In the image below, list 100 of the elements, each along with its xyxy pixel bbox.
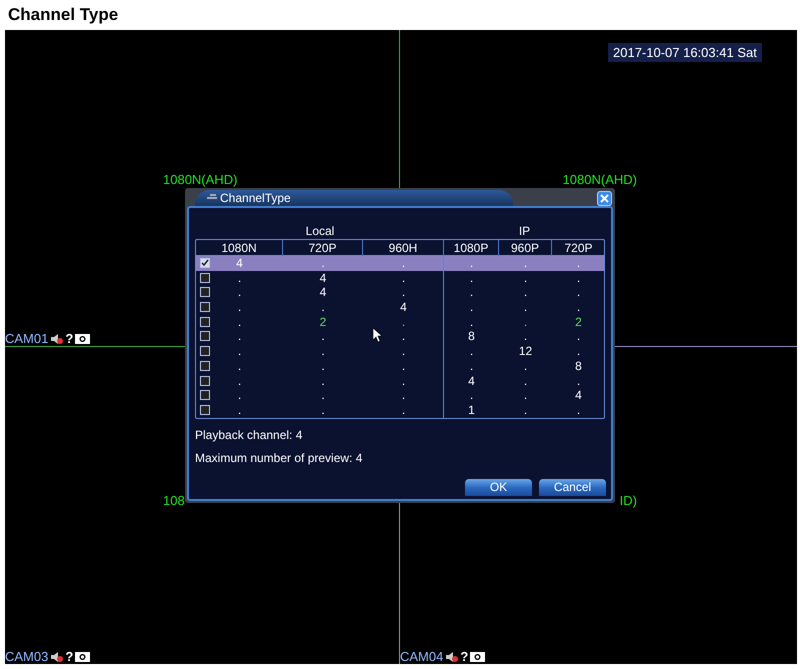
resolution-label: ID) — [620, 494, 637, 507]
table-cell: . — [524, 256, 528, 270]
camera-label: CAM01 — [5, 332, 48, 345]
table-cell: 2 — [320, 314, 326, 329]
table-cell: . — [238, 344, 242, 358]
table-cell: . — [238, 329, 242, 344]
table-cell: . — [402, 270, 406, 285]
help-mark: ? — [65, 650, 74, 663]
table-cell: . — [402, 329, 406, 344]
table-row[interactable]: . 2 . . . 2 — [196, 314, 604, 330]
table-cell: . — [470, 358, 474, 373]
table-row[interactable]: . . 4 . . . — [196, 300, 604, 315]
table-cell: 8 — [575, 358, 582, 373]
table-cell: . — [402, 256, 406, 270]
table-cell: . — [576, 300, 580, 314]
table-cell: . — [576, 374, 580, 388]
resolution-label: 108 — [163, 494, 185, 507]
table-cell: . — [402, 388, 406, 402]
table-cell: 4 — [400, 300, 407, 314]
table-cell: . — [524, 358, 528, 373]
table-row[interactable]: . 4 . . . . — [196, 285, 604, 300]
table-cell: . — [524, 388, 528, 402]
table-cell: . — [470, 300, 474, 314]
table-cell: . — [524, 329, 528, 344]
table-cell: 12 — [518, 344, 532, 358]
table-cell: . — [576, 256, 580, 270]
window-icon — [207, 194, 217, 202]
cursor-icon — [373, 328, 383, 343]
table-row[interactable]: . . . . 12 . — [196, 344, 604, 359]
table-cell: . — [524, 285, 528, 300]
table-cell: . — [321, 256, 325, 270]
table-cell: . — [238, 374, 242, 388]
table-cell: . — [576, 285, 580, 300]
table-row[interactable]: . . . 4 . . — [196, 374, 604, 388]
table-cell: 2 — [575, 314, 582, 329]
table-cell: . — [470, 285, 474, 300]
table-cell: . — [238, 270, 242, 285]
table-cell: . — [576, 402, 580, 417]
info-text: Playback channel: 4 — [195, 426, 304, 444]
table-cell: . — [238, 388, 242, 402]
table-cell: 4 — [236, 256, 243, 270]
table-cell: . — [238, 285, 242, 300]
muted-speaker-icon — [50, 650, 64, 662]
table-cell: 4 — [320, 270, 326, 285]
table-cell: . — [321, 344, 325, 358]
table-row[interactable]: . . . 1 . . — [196, 402, 604, 418]
table-cell: . — [238, 300, 242, 314]
camera-icon — [75, 334, 90, 344]
table-cell: . — [321, 358, 325, 373]
page-title: Channel Type — [8, 4, 118, 26]
dialog-button[interactable]: OK — [465, 478, 532, 496]
table-row[interactable]: . 4 . . . . — [196, 270, 604, 286]
dialog-title: ChannelType — [220, 192, 291, 204]
checkbox[interactable] — [200, 258, 210, 268]
table-cell: 4 — [468, 374, 475, 388]
table-cell: . — [402, 285, 406, 300]
table-cell: . — [238, 358, 242, 373]
table-cell: . — [402, 374, 406, 388]
column-header: 720P — [563, 240, 594, 256]
table-row[interactable]: . . . . . 8 — [196, 358, 604, 374]
group-header: Local — [304, 223, 336, 240]
table-cell: . — [402, 344, 406, 358]
table-cell: . — [576, 270, 580, 285]
info-text: Maximum number of preview: 4 — [195, 450, 364, 467]
group-header: IP — [518, 223, 532, 240]
camera-icon — [470, 652, 486, 662]
camera-label: CAM04 — [400, 650, 444, 663]
table-cell: . — [524, 300, 528, 314]
table-cell: . — [470, 344, 474, 358]
muted-speaker-icon — [445, 650, 458, 662]
help-mark: ? — [65, 332, 74, 345]
table-cell: . — [470, 270, 474, 285]
table-row[interactable]: . . . . . 4 — [196, 388, 604, 403]
table-cell: . — [321, 300, 325, 314]
table-cell: . — [238, 314, 242, 329]
table-cell: 4 — [320, 285, 326, 300]
timestamp: 2017-10-07 16:03:41 Sat — [608, 43, 762, 62]
table-cell: . — [470, 314, 474, 329]
table-cell: . — [470, 256, 474, 270]
table-cell: . — [576, 329, 580, 344]
close-button[interactable] — [597, 191, 612, 206]
table-cell: . — [321, 388, 325, 402]
table-cell: . — [402, 358, 406, 373]
table-cell: . — [524, 314, 528, 329]
table-cell: . — [402, 402, 406, 417]
table-cell: 8 — [468, 329, 475, 344]
table-cell: . — [321, 329, 325, 344]
dialog-button[interactable]: Cancel — [539, 478, 606, 496]
table-cell: . — [402, 314, 406, 329]
help-mark: ? — [460, 650, 468, 663]
table-cell: . — [470, 388, 474, 402]
table-cell: 1 — [468, 402, 475, 417]
table-cell: . — [238, 402, 242, 417]
resolution-label: 1080N(AHD) — [562, 173, 637, 186]
table-row[interactable]: . . . 8 . . — [196, 329, 604, 344]
table-row[interactable]: 4 . . . . . — [196, 256, 604, 271]
camera-label: CAM03 — [5, 650, 48, 663]
table-cell: . — [524, 402, 528, 417]
resolution-label: 1080N(AHD) — [163, 173, 238, 186]
muted-speaker-icon — [50, 332, 64, 344]
